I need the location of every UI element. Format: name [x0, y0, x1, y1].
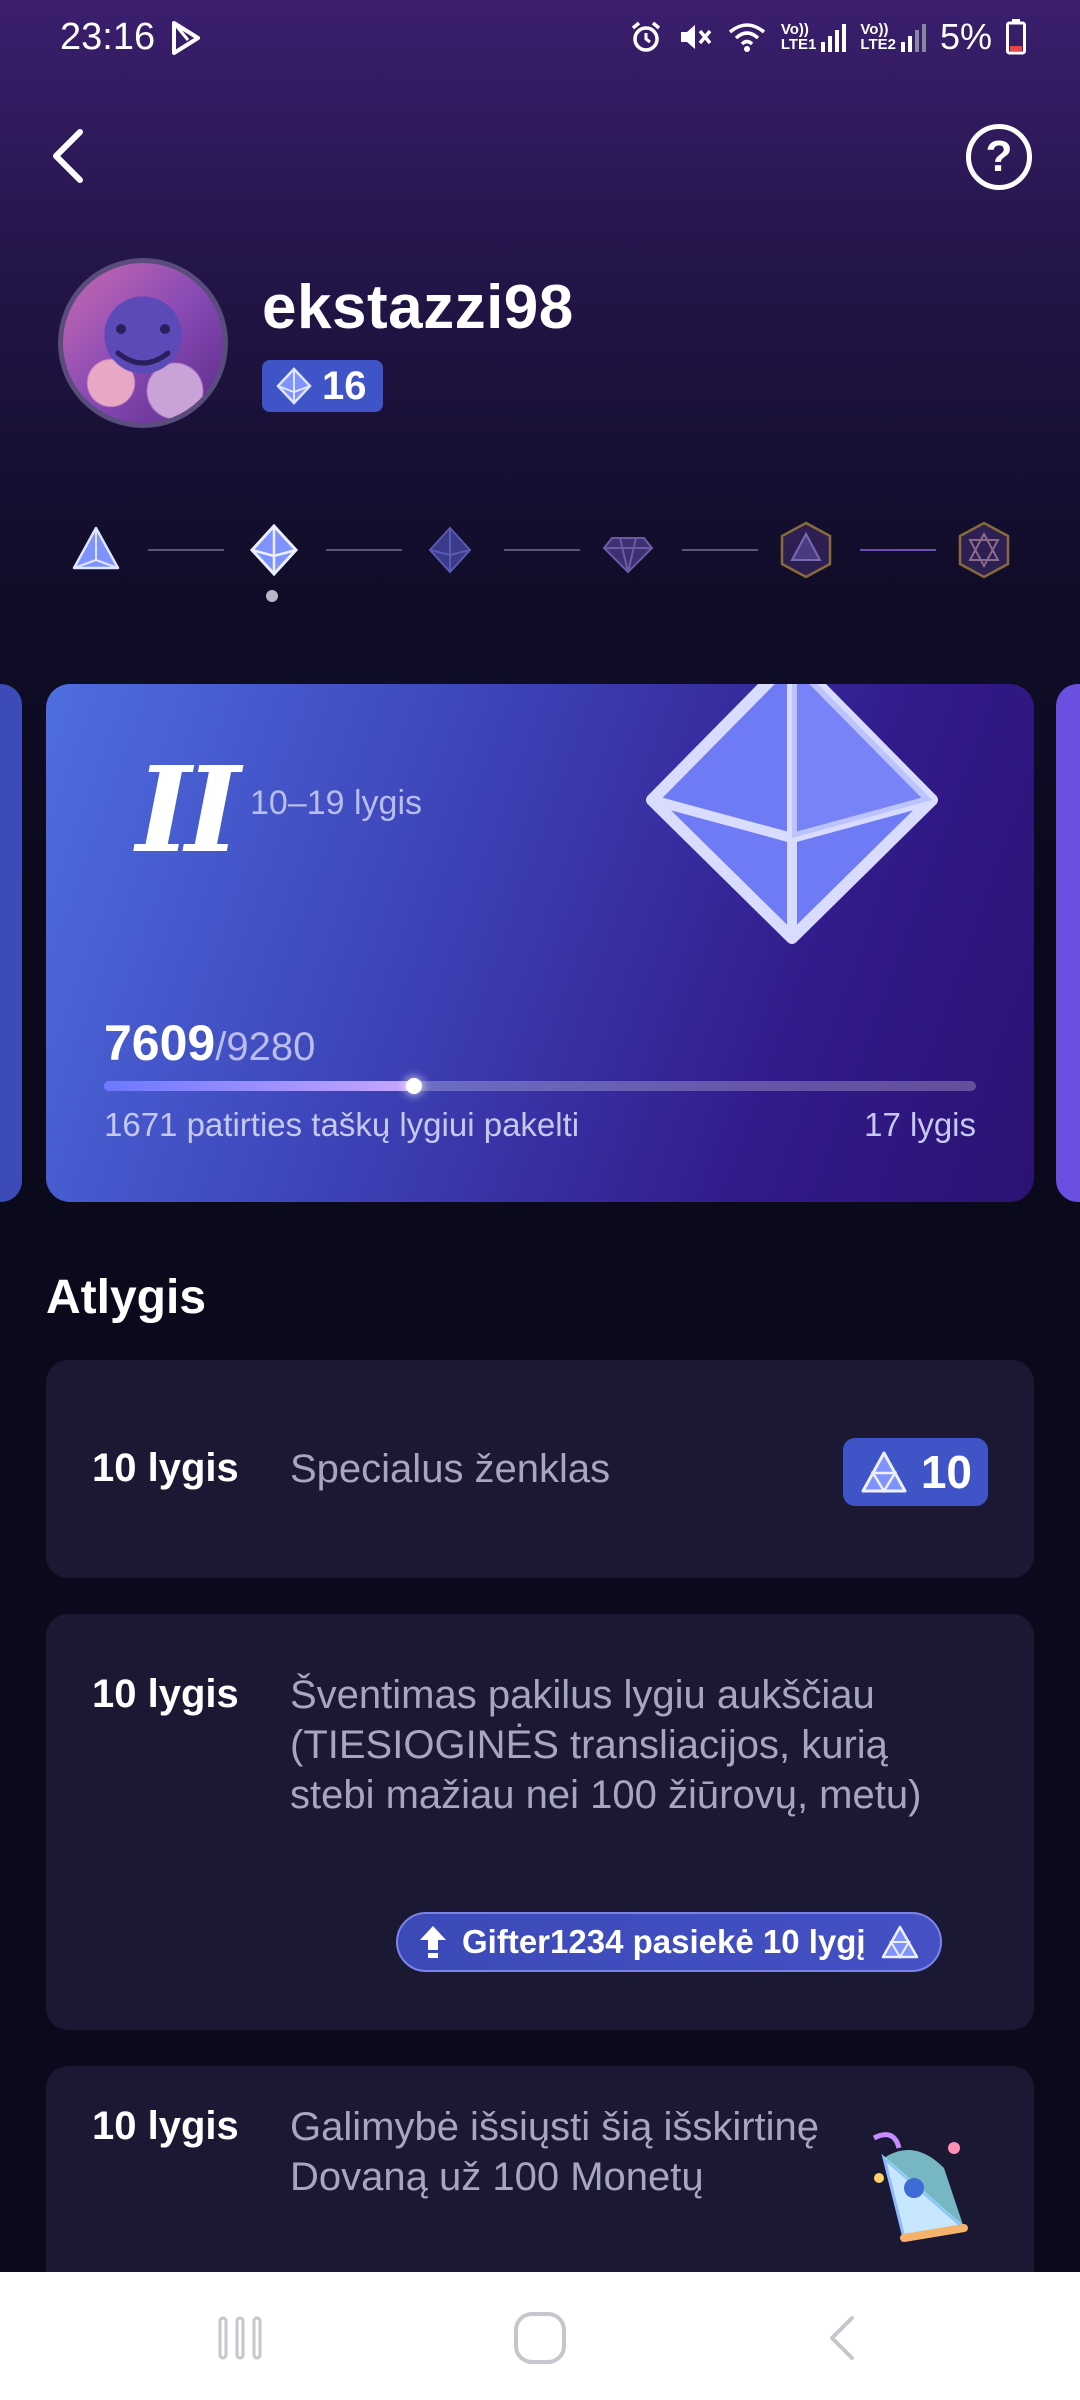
sim1-label: LTE1	[780, 36, 817, 53]
level-badge: 16	[262, 360, 383, 412]
level-badge-preview: 10	[842, 1438, 988, 1506]
xp-total: /9280	[215, 1025, 316, 1069]
help-button[interactable]: ?	[966, 124, 1032, 190]
next-tier-card[interactable]	[1056, 684, 1080, 1202]
xp-progress-knob	[406, 1078, 423, 1094]
level-number: 16	[322, 363, 367, 408]
xp-progress-fill	[104, 1081, 415, 1091]
tier-connector	[148, 549, 224, 551]
level-card[interactable]: II 10–19 lygis 7609/9280 1671 patirties …	[46, 684, 1034, 1202]
announcement-text: Gifter1234 pasiekė 10 lygį	[462, 1923, 866, 1960]
pyramid-icon	[881, 1925, 918, 1959]
octahedron-icon	[276, 367, 312, 405]
tier-track	[0, 510, 1080, 600]
reward-description: Galimybė išsiųsti šią išskirtinę Dovaną …	[290, 2105, 820, 2199]
tier-numeral: II	[136, 740, 240, 879]
pyramid-icon[interactable]	[66, 520, 126, 580]
reward-level: 10 lygis	[92, 1672, 239, 1716]
tier-connector	[682, 549, 758, 551]
gem-icon[interactable]	[598, 520, 658, 580]
pyramid-icon	[861, 1451, 907, 1494]
reward-item: 10 lygis Specialus ženklas 10	[46, 1360, 1034, 1578]
reward-level: 10 lygis	[92, 1446, 239, 1490]
system-nav-bar	[0, 2272, 1080, 2400]
octahedron-icon	[646, 684, 938, 944]
battery-percent: 5%	[939, 16, 992, 57]
smiley-pill-image	[115, 324, 171, 366]
xp-counter: 7609/9280	[104, 1014, 315, 1072]
play-store-icon	[172, 21, 200, 55]
arrow-up-icon	[420, 1926, 446, 1958]
alarm-icon	[631, 21, 660, 52]
recent-apps-icon[interactable]	[210, 2310, 270, 2366]
level-up-announcement-preview: Gifter1234 pasiekė 10 lygį	[396, 1912, 942, 1972]
mute-icon	[680, 25, 712, 49]
sim2-indicator: Vo)) LTE2	[860, 22, 926, 52]
xp-remaining-text: 1671 patirties taškų lygiui pakelti	[104, 1106, 580, 1143]
chevron-left-icon	[53, 129, 83, 183]
status-bar: 23:16 Vo)) LTE1 Vo)) LTE2 5%	[0, 0, 1080, 80]
home-icon[interactable]	[510, 2310, 570, 2366]
tier-connector	[860, 549, 936, 551]
signal-icon	[900, 24, 926, 52]
next-level-label: 17 lygis	[864, 1106, 976, 1143]
reward-description: Šventimas pakilus lygiu aukščiau (TIESIO…	[290, 1673, 922, 1817]
back-nav-icon[interactable]	[814, 2310, 874, 2366]
badge-value: 10	[920, 1446, 972, 1498]
reward-item: 10 lygis Šventimas pakilus lygiu aukščia…	[46, 1614, 1034, 2030]
status-time: 23:16	[60, 16, 156, 58]
volte-label: Vo))	[860, 21, 889, 38]
octahedron-icon[interactable]	[244, 520, 304, 580]
xp-progress-bar	[104, 1078, 976, 1094]
username: ekstazzi98	[262, 273, 574, 342]
volte-label: Vo))	[780, 21, 809, 38]
xp-current: 7609	[104, 1015, 216, 1071]
sim1-indicator: Vo)) LTE1	[781, 22, 847, 52]
screen: 23:16 Vo)) LTE1 Vo)) LTE2 5% ? ekstazzi9…	[0, 0, 1080, 2400]
dark-octahedron-icon[interactable]	[420, 520, 480, 580]
rewards-title: Atlygis	[46, 1271, 207, 1324]
hex-gem-icon[interactable]	[776, 520, 836, 580]
reward-level: 10 lygis	[92, 2104, 239, 2148]
current-tier-indicator	[266, 590, 278, 602]
hex-gem-icon[interactable]	[954, 520, 1014, 580]
back-button[interactable]	[40, 118, 100, 194]
avatar	[58, 258, 228, 428]
status-icons: Vo)) LTE1 Vo)) LTE2 5%	[629, 16, 1026, 58]
party-popper-gift-icon	[872, 2132, 968, 2242]
tier-level-range: 10–19 lygis	[250, 784, 423, 822]
battery-icon	[1006, 19, 1026, 55]
tier-connector	[326, 549, 402, 551]
previous-tier-card[interactable]	[0, 684, 22, 1202]
wifi-icon	[728, 23, 765, 52]
help-icon: ?	[985, 132, 1013, 181]
tier-connector	[504, 549, 580, 551]
sim2-label: LTE2	[860, 36, 896, 53]
signal-icon	[821, 24, 847, 52]
